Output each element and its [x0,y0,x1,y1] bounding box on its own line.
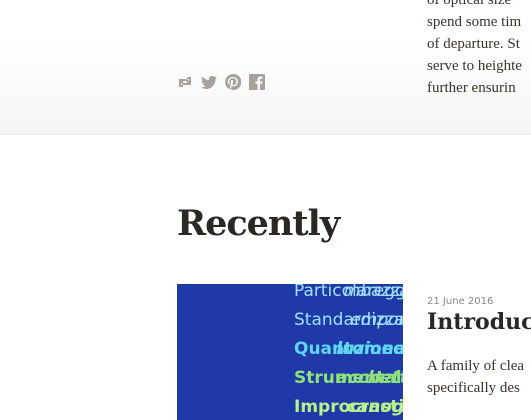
recently-heading: Recently [177,203,340,244]
thumbnail-word-row: acchettatore Strumentali [177,368,403,397]
thumbnail-word: Strumentali [294,368,403,388]
excerpt-line: serve to heighte [427,58,522,74]
post-thumbnail[interactable]: mbazzamenti Particolaregg emporaneità St… [177,284,403,420]
previous-post-excerpt: of optical size spend some tim of depart… [427,0,531,99]
thumbnail-word-row: canografica Improcrasti [177,397,403,420]
pinterest-icon[interactable] [225,74,241,90]
post-date: 21 June 2016 [427,296,494,307]
thumbnail-word-row: luzionarismo Quantomec [177,339,403,368]
summary-line: A family of clea [427,358,525,374]
share-buttons [177,74,265,90]
thumbnail-word-row: emporaneità Standardizza [177,310,403,339]
thumbnail-word: Particolaregg [294,284,403,301]
post-summary: A family of clea specifically des [427,355,524,399]
thumbnail-word-row: mbazzamenti Particolaregg [177,284,403,310]
thumbnail-word: Quantomec [294,339,403,359]
excerpt-line: spend some tim [427,14,522,30]
summary-line: specifically des [427,380,520,396]
excerpt-line: further ensurin [427,80,516,96]
twitter-icon[interactable] [201,74,217,90]
thumbnail-word: Improcrasti [294,397,403,417]
post-title-link[interactable]: Introduc [427,309,531,335]
facebook-icon[interactable] [249,74,265,90]
excerpt-line: of optical size [427,0,512,8]
excerpt-line: of departure. St [427,36,520,52]
thumbnail-word: Standardizza [294,310,403,330]
link-icon[interactable] [177,74,193,90]
